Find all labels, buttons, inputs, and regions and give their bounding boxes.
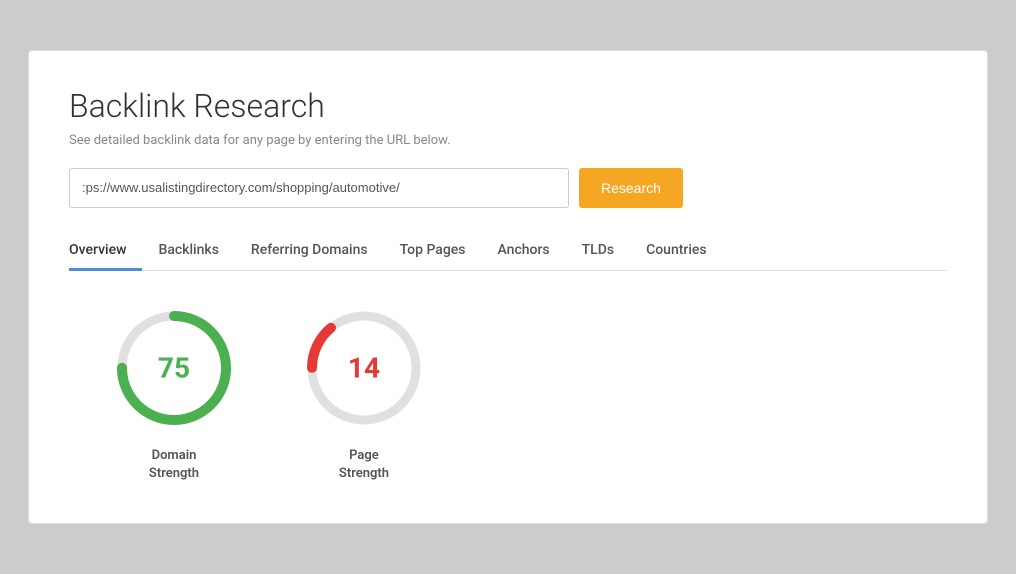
page-subtitle: See detailed backlink data for any page …	[69, 133, 947, 148]
url-input[interactable]	[69, 168, 569, 208]
tab-top-pages[interactable]: Top Pages	[384, 232, 482, 271]
domain-strength-metric: 75 DomainStrength	[109, 303, 239, 483]
page-strength-label: PageStrength	[339, 447, 389, 483]
domain-strength-value: 75	[158, 351, 190, 384]
page-strength-value: 14	[348, 351, 380, 384]
tab-overview[interactable]: Overview	[69, 232, 142, 271]
domain-strength-gauge: 75	[109, 303, 239, 433]
tab-anchors[interactable]: Anchors	[482, 232, 566, 271]
tab-referring-domains[interactable]: Referring Domains	[235, 232, 384, 271]
tab-tlds[interactable]: TLDs	[566, 232, 630, 271]
research-button[interactable]: Research	[579, 168, 683, 208]
tab-countries[interactable]: Countries	[630, 232, 723, 271]
main-card: Backlink Research See detailed backlink …	[28, 50, 988, 524]
page-strength-gauge: 14	[299, 303, 429, 433]
page-strength-metric: 14 PageStrength	[299, 303, 429, 483]
domain-strength-label: DomainStrength	[149, 447, 199, 483]
search-row: Research	[69, 168, 947, 208]
tab-backlinks[interactable]: Backlinks	[142, 232, 234, 271]
page-title: Backlink Research	[69, 87, 947, 125]
tabs-nav: Overview Backlinks Referring Domains Top…	[69, 232, 947, 271]
metrics-row: 75 DomainStrength 14 PageStrength	[69, 303, 947, 483]
